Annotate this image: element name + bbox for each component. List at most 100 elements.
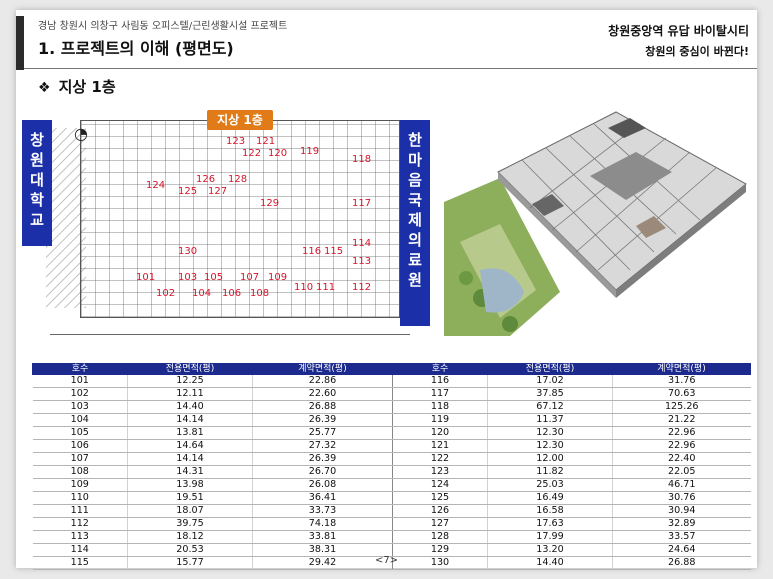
table-row: 102 12.11 22.60 117 37.85 70.63 xyxy=(32,387,751,401)
col-header-contract-area: 계약면적(평) xyxy=(612,363,751,375)
label-changwon-univ: 창 원 대 학 교 xyxy=(22,120,52,246)
table-cell: 108 xyxy=(32,465,128,479)
table-cell: 22.40 xyxy=(612,452,751,466)
table-cell: 67.12 xyxy=(487,400,613,414)
table-row: 105 13.81 25.77 120 12.30 22.96 xyxy=(32,426,751,440)
header-subtitle: 경남 창원시 의창구 사림동 오피스텔/근린생활시설 프로젝트 xyxy=(38,21,288,32)
table-row: 110 19.51 36.41 125 16.49 30.76 xyxy=(32,491,751,505)
table-cell: 104 xyxy=(32,413,128,427)
table-cell: 12.11 xyxy=(127,387,253,401)
section-heading: ❖ 지상 1층 xyxy=(38,76,116,97)
label-char: 원 xyxy=(30,151,44,169)
plan-dimension-line xyxy=(50,334,410,335)
unit-label: 123 xyxy=(226,136,246,147)
table-cell: 33.73 xyxy=(252,504,393,518)
unit-label: 122 xyxy=(242,148,262,159)
unit-label: 115 xyxy=(324,246,344,257)
table-cell: 116 xyxy=(392,374,488,388)
table-cell: 14.14 xyxy=(127,413,253,427)
floor-tag: 지상 1층 xyxy=(207,110,273,130)
col-header-exclusive-area: 전용면적(평) xyxy=(127,363,253,375)
table-cell: 101 xyxy=(32,374,128,388)
col-header-unit: 호수 xyxy=(32,363,128,375)
unit-label: 104 xyxy=(192,288,212,299)
label-char: 음 xyxy=(408,171,422,189)
table-cell: 30.94 xyxy=(612,504,751,518)
table-row: 101 12.25 22.86 116 17.02 31.76 xyxy=(32,374,751,388)
table-cell: 16.58 xyxy=(487,504,613,518)
table-cell: 32.89 xyxy=(612,517,751,531)
table-cell: 128 xyxy=(392,530,488,544)
label-char: 원 xyxy=(408,271,422,289)
unit-label: 107 xyxy=(240,272,260,283)
unit-label: 116 xyxy=(302,246,322,257)
table-row: 106 14.64 27.32 121 12.30 22.96 xyxy=(32,439,751,453)
table-cell: 33.81 xyxy=(252,530,393,544)
table-cell: 27.32 xyxy=(252,439,393,453)
unit-label: 128 xyxy=(228,174,248,185)
table-row: 108 14.31 26.70 123 11.82 22.05 xyxy=(32,465,751,479)
label-char: 교 xyxy=(30,211,44,229)
table-cell: 102 xyxy=(32,387,128,401)
table-cell: 125 xyxy=(392,491,488,505)
table-row: 103 14.40 26.88 118 67.12 125.26 xyxy=(32,400,751,414)
table-cell: 22.96 xyxy=(612,426,751,440)
unit-label: 113 xyxy=(352,256,372,267)
table-cell: 31.76 xyxy=(612,374,751,388)
table-cell: 13.98 xyxy=(127,478,253,492)
table-row: 107 14.14 26.39 122 12.00 22.40 xyxy=(32,452,751,466)
table-cell: 125.26 xyxy=(612,400,751,414)
label-char: 국 xyxy=(408,191,422,209)
table-header-row: 호수 전용면적(평) 계약면적(평) 호수 전용면적(평) 계약면적(평) xyxy=(32,363,751,375)
table-cell: 105 xyxy=(32,426,128,440)
table-cell: 25.03 xyxy=(487,478,613,492)
table-cell: 103 xyxy=(32,400,128,414)
table-cell: 22.86 xyxy=(252,374,393,388)
table-cell: 120 xyxy=(392,426,488,440)
render-illustration xyxy=(440,92,752,340)
unit-label: 112 xyxy=(352,282,372,293)
unit-label: 120 xyxy=(268,148,288,159)
floor-plan: ◔ 지상 1층 창 원 대 학 교 한 마 음 국 제 의 료 원 123 12… xyxy=(20,110,434,358)
unit-area-table: 호수 전용면적(평) 계약면적(평) 호수 전용면적(평) 계약면적(평) 10… xyxy=(32,363,751,570)
project-slogan: 창원의 중심이 바뀐다! xyxy=(645,45,749,58)
label-hanmaeum-hospital: 한 마 음 국 제 의 료 원 xyxy=(400,120,430,326)
table-cell: 18.07 xyxy=(127,504,253,518)
unit-label: 108 xyxy=(250,288,270,299)
table-cell: 22.96 xyxy=(612,439,751,453)
table-cell: 12.30 xyxy=(487,426,613,440)
col-header-exclusive-area: 전용면적(평) xyxy=(487,363,613,375)
table-cell: 26.88 xyxy=(252,400,393,414)
table-cell: 124 xyxy=(392,478,488,492)
table-cell: 14.31 xyxy=(127,465,253,479)
table-cell: 11.82 xyxy=(487,465,613,479)
table-cell: 36.41 xyxy=(252,491,393,505)
table-cell: 21.22 xyxy=(612,413,751,427)
label-char: 한 xyxy=(408,131,422,149)
table-cell: 14.40 xyxy=(127,400,253,414)
unit-label: 117 xyxy=(352,198,372,209)
table-cell: 113 xyxy=(32,530,128,544)
table-cell: 12.25 xyxy=(127,374,253,388)
slide: 경남 창원시 의창구 사림동 오피스텔/근린생활시설 프로젝트 1. 프로젝트의… xyxy=(16,10,757,570)
table-cell: 30.76 xyxy=(612,491,751,505)
unit-label: 110 xyxy=(294,282,314,293)
table-cell: 11.37 xyxy=(487,413,613,427)
unit-label: 127 xyxy=(208,186,228,197)
table-cell: 70.63 xyxy=(612,387,751,401)
col-header-contract-area: 계약면적(평) xyxy=(252,363,393,375)
unit-label: 101 xyxy=(136,272,156,283)
table-cell: 106 xyxy=(32,439,128,453)
table-cell: 18.12 xyxy=(127,530,253,544)
header-divider xyxy=(24,68,757,69)
table-cell: 14.14 xyxy=(127,452,253,466)
table-cell: 19.51 xyxy=(127,491,253,505)
table-cell: 25.77 xyxy=(252,426,393,440)
table-cell: 12.00 xyxy=(487,452,613,466)
project-name: 창원중앙역 유답 바이탈시티 xyxy=(608,24,749,38)
table-cell: 126 xyxy=(392,504,488,518)
unit-label: 126 xyxy=(196,174,216,185)
table-cell: 127 xyxy=(392,517,488,531)
table-cell: 17.99 xyxy=(487,530,613,544)
label-char: 마 xyxy=(408,151,422,169)
